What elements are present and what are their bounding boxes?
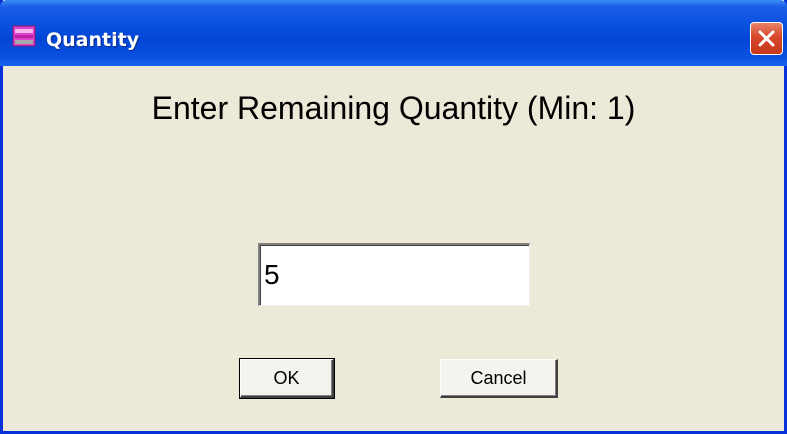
close-button[interactable] [750, 22, 783, 55]
title-bar[interactable]: Quantity [0, 0, 787, 66]
window-title: Quantity [46, 29, 140, 51]
app-window-icon [12, 24, 36, 48]
ok-button[interactable]: OK [239, 358, 335, 399]
prompt-label: Enter Remaining Quantity (Min: 1) [151, 90, 636, 126]
ok-button-label: OK [273, 368, 300, 388]
close-icon [758, 30, 775, 47]
cancel-button-label: Cancel [470, 368, 527, 388]
quantity-input[interactable] [258, 243, 530, 306]
cancel-button[interactable]: Cancel [440, 359, 558, 398]
quantity-dialog: Quantity Enter Remaining Quantity (Min: … [0, 0, 787, 434]
